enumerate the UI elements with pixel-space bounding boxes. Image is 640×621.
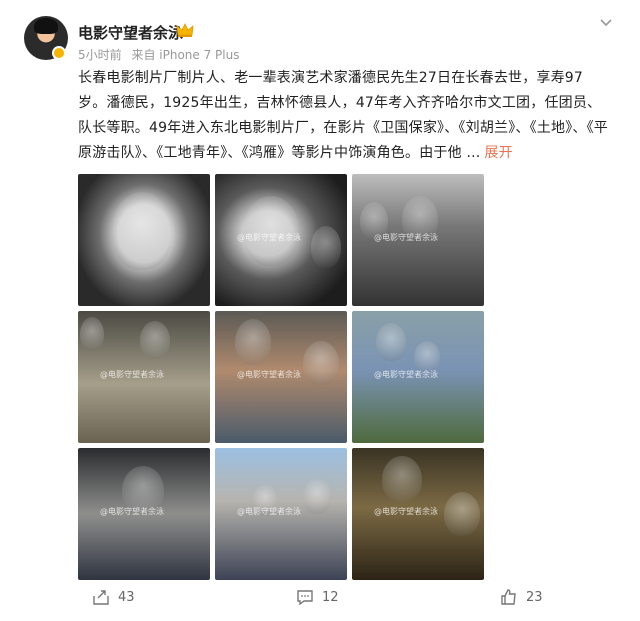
post-time: 5小时前 [78,48,122,62]
crown-icon [176,23,194,37]
like-button[interactable]: 23 [500,588,543,606]
action-bar: 43 12 23 [78,588,618,612]
watermark: @电影守望者余泳 [374,370,438,379]
chevron-down-icon[interactable] [598,14,614,30]
watermark: @电影守望者余泳 [374,233,438,242]
expand-link[interactable]: 展开 [484,145,512,161]
share-button[interactable]: 43 [92,588,135,606]
image-grid: @电影守望者余泳 @电影守望者余泳 @电影守望者余泳 @电影守望者余泳 @电影守… [78,174,484,580]
comment-icon [297,590,313,606]
photo-thumbnail[interactable]: @电影守望者余泳 [215,448,347,580]
verified-badge-icon [52,46,66,60]
post-source: 来自 iPhone 7 Plus [131,48,240,62]
watermark: @电影守望者余泳 [237,233,301,242]
photo-thumbnail[interactable] [78,174,210,306]
post-meta: 5小时前 来自 iPhone 7 Plus [78,46,245,63]
watermark: @电影守望者余泳 [100,507,164,516]
comment-count: 12 [322,589,339,605]
author-name[interactable]: 电影守望者余泳 [78,22,183,43]
photo-thumbnail[interactable]: @电影守望者余泳 [352,311,484,443]
watermark: @电影守望者余泳 [100,370,164,379]
post-body: 长春电影制片厂制片人、老一辈表演艺术家潘德民先生27日在长春去世，享寿97岁。潘… [78,70,609,161]
watermark: @电影守望者余泳 [374,507,438,516]
comment-button[interactable]: 12 [296,588,339,606]
weibo-post-card: 电影守望者余泳 5小时前 来自 iPhone 7 Plus 长春电影制片厂制片人… [0,0,640,621]
photo-thumbnail[interactable]: @电影守望者余泳 [352,448,484,580]
photo-thumbnail[interactable]: @电影守望者余泳 [215,174,347,306]
photo-thumbnail[interactable]: @电影守望者余泳 [352,174,484,306]
post-text: 长春电影制片厂制片人、老一辈表演艺术家潘德民先生27日在长春去世，享寿97岁。潘… [78,66,610,166]
share-icon [93,590,109,605]
photo-thumbnail[interactable]: @电影守望者余泳 [215,311,347,443]
photo-thumbnail[interactable]: @电影守望者余泳 [78,311,210,443]
share-count: 43 [118,589,135,605]
like-count: 23 [526,589,543,605]
photo-thumbnail[interactable]: @电影守望者余泳 [78,448,210,580]
watermark: @电影守望者余泳 [237,507,301,516]
watermark: @电影守望者余泳 [237,370,301,379]
thumbs-up-icon [501,589,516,605]
